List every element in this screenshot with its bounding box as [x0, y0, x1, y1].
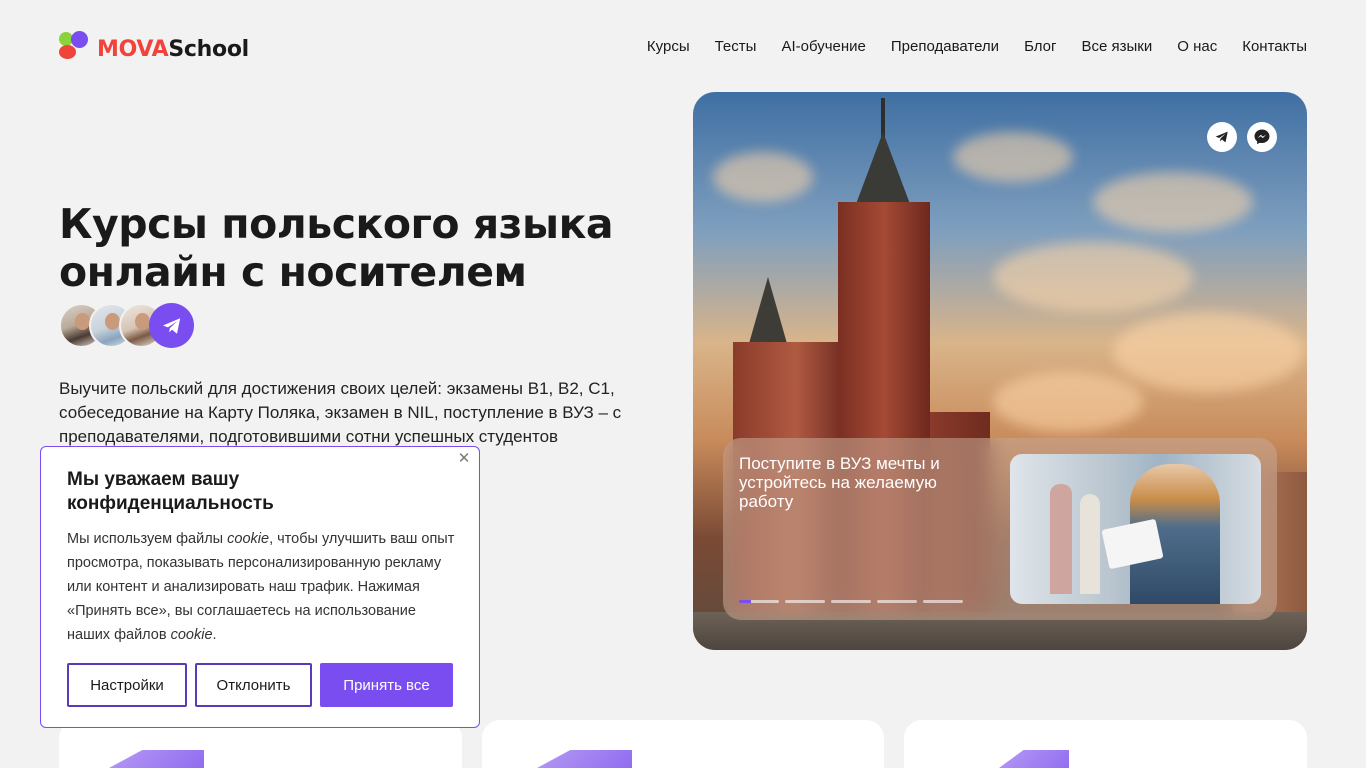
hero-title: Курсы польского языка онлайн с носителем [59, 200, 614, 296]
telegram-icon[interactable] [149, 303, 194, 348]
nav-item-about[interactable]: О нас [1177, 38, 1217, 56]
card-illustration-icon [999, 750, 1069, 768]
nav-item-ai-learning[interactable]: AI-обучение [781, 38, 865, 56]
slider-dots [739, 600, 963, 603]
nav-item-contacts[interactable]: Контакты [1242, 38, 1307, 56]
teacher-avatars [59, 303, 194, 348]
cookie-banner: ✕ Мы уважаем вашу конфиденциальность Мы … [40, 446, 480, 728]
telegram-icon[interactable] [1207, 122, 1237, 152]
hero-image: Поступите в ВУЗ мечты и устройтесь на же… [693, 92, 1307, 650]
slider-dot[interactable] [877, 600, 917, 603]
header: MOVASchool Курсы Тесты AI-обучение Препо… [0, 0, 1366, 92]
cookie-settings-button[interactable]: Настройки [67, 663, 187, 707]
nav-item-all-languages[interactable]: Все языки [1081, 38, 1152, 56]
slider-dot[interactable] [785, 600, 825, 603]
logo-icon [59, 31, 91, 63]
nav-item-teachers[interactable]: Преподаватели [891, 38, 999, 56]
slider-dot[interactable] [831, 600, 871, 603]
cookie-title: Мы уважаем вашу конфиденциальность [67, 469, 274, 514]
slider-dot[interactable] [923, 600, 963, 603]
main-nav: Курсы Тесты AI-обучение Преподаватели Бл… [647, 38, 1307, 56]
cookie-text: Мы используем файлы cookie, чтобы улучши… [67, 531, 455, 643]
nav-item-courses[interactable]: Курсы [647, 38, 690, 56]
nav-item-tests[interactable]: Тесты [715, 38, 757, 56]
nav-item-blog[interactable]: Блог [1024, 38, 1056, 56]
close-icon[interactable]: ✕ [457, 451, 471, 466]
logo-text: MOVASchool [97, 37, 249, 62]
card-illustration-icon [537, 750, 632, 768]
course-card[interactable] [904, 720, 1307, 768]
promo-photo [1010, 454, 1261, 604]
promo-text: Поступите в ВУЗ мечты и устройтесь на же… [739, 454, 940, 511]
logo[interactable]: MOVASchool [59, 30, 249, 64]
cookie-decline-button[interactable]: Отклонить [195, 663, 312, 707]
course-card[interactable] [482, 720, 884, 768]
messenger-icon[interactable] [1247, 122, 1277, 152]
hero-description: Выучите польский для достижения своих це… [59, 379, 622, 446]
promo-card[interactable]: Поступите в ВУЗ мечты и устройтесь на же… [723, 438, 1277, 620]
cookie-accept-button[interactable]: Принять все [320, 663, 453, 707]
slider-dot-active[interactable] [739, 600, 779, 603]
card-illustration-icon [109, 750, 204, 768]
